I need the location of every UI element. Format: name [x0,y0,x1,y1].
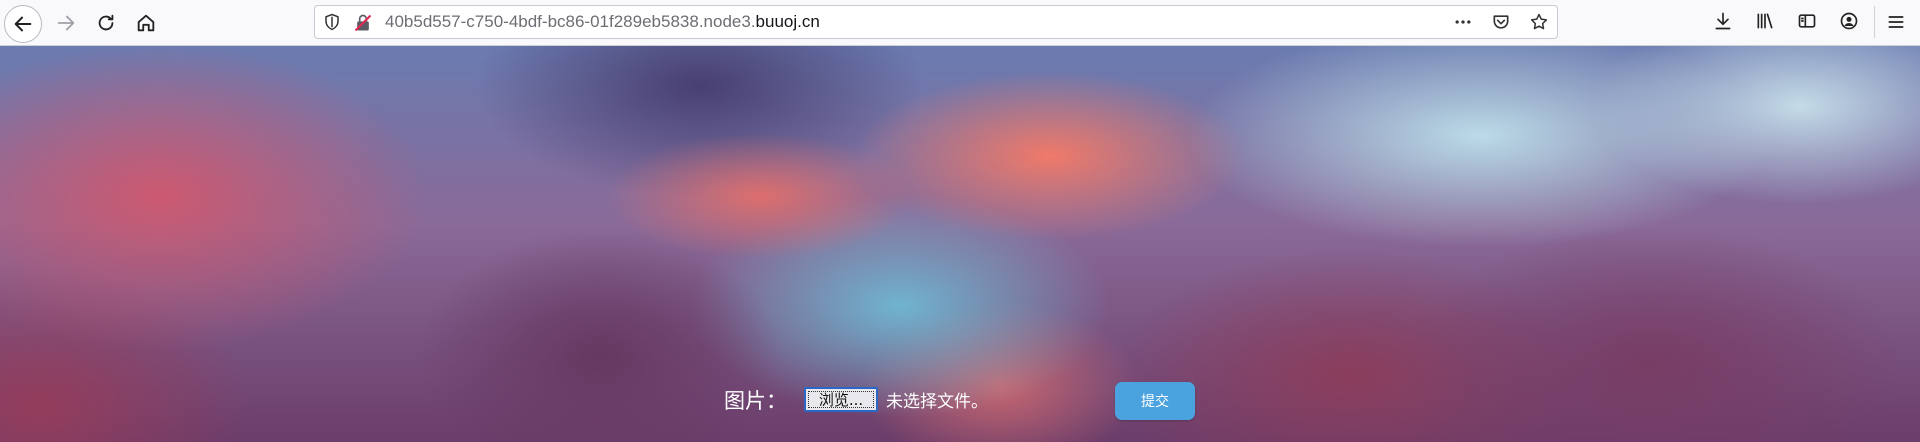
more-actions-button[interactable] [1451,10,1475,34]
hamburger-menu-icon [1888,16,1904,28]
sidebar-button[interactable] [1794,8,1820,34]
home-icon [137,14,155,32]
forward-button[interactable] [48,5,84,41]
reload-button[interactable] [88,5,124,41]
library-icon [1757,13,1773,29]
upload-form: 图片： 浏览... 未选择文件。 提交 [0,46,1920,442]
account-button[interactable] [1836,8,1862,34]
account-icon [1840,12,1858,30]
file-status-text: 未选择文件。 [886,392,988,412]
picture-label: 图片： [724,389,787,413]
url-text[interactable]: 40b5d557-c750-4bdf-bc86-01f289eb5838.nod… [385,12,820,32]
library-button[interactable] [1752,8,1778,34]
url-domain: buuoj.cn [755,12,820,31]
insecure-lock-icon[interactable] [353,13,373,33]
more-actions-icon [1455,20,1471,24]
url-prefix: 40b5d557-c750-4bdf-bc86-01f289eb5838.nod… [385,12,756,31]
home-button[interactable] [128,5,164,41]
shield-icon[interactable] [323,13,341,31]
bookmark-button[interactable] [1527,10,1551,34]
back-button[interactable] [4,5,42,43]
back-arrow-icon [14,16,32,32]
browse-file-button[interactable]: 浏览... [804,387,878,412]
sidebar-icon [1798,14,1816,28]
star-icon [1530,13,1548,30]
downloads-button[interactable] [1710,8,1736,34]
submit-button[interactable]: 提交 [1115,382,1195,420]
toolbar-separator [1874,6,1875,38]
pocket-button[interactable] [1489,10,1513,34]
download-icon [1715,12,1731,30]
address-bar[interactable]: 40b5d557-c750-4bdf-bc86-01f289eb5838.nod… [314,5,1558,39]
browser-toolbar: 40b5d557-c750-4bdf-bc86-01f289eb5838.nod… [0,0,1920,46]
page-content: 图片： 浏览... 未选择文件。 提交 [0,46,1920,442]
menu-button[interactable] [1882,8,1910,36]
reload-icon [98,14,114,31]
pocket-icon [1493,15,1509,29]
forward-arrow-icon [57,15,75,31]
